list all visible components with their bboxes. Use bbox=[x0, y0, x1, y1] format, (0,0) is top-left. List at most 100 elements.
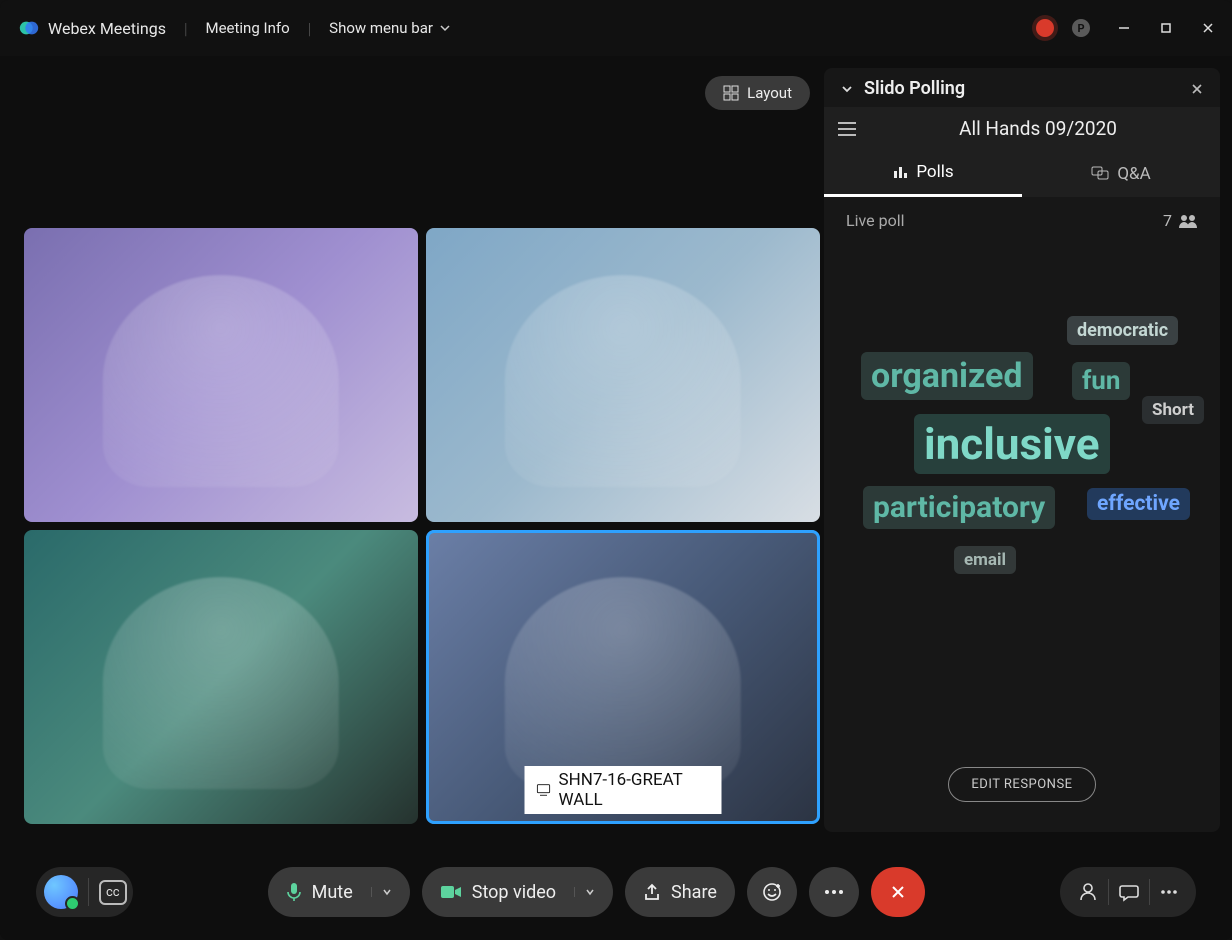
closed-captions-button[interactable]: cc bbox=[99, 880, 127, 905]
mute-button[interactable]: Mute bbox=[268, 867, 410, 917]
poll-header: Live poll 7 bbox=[824, 197, 1220, 244]
close-icon bbox=[890, 884, 906, 900]
panel-close-button[interactable] bbox=[1190, 82, 1204, 96]
panel-controls bbox=[1060, 867, 1196, 917]
word-cloud-word[interactable]: democratic bbox=[1067, 316, 1178, 345]
session-name: All Hands 09/2020 bbox=[870, 117, 1206, 140]
polls-icon bbox=[892, 164, 908, 180]
window-controls bbox=[1118, 22, 1214, 34]
word-cloud-word[interactable]: effective bbox=[1087, 488, 1190, 520]
layout-grid-icon bbox=[723, 85, 739, 101]
microphone-icon bbox=[286, 882, 302, 902]
qa-icon bbox=[1091, 166, 1109, 182]
word-cloud-word[interactable]: fun bbox=[1072, 362, 1130, 400]
control-bar-left: cc bbox=[36, 867, 133, 917]
video-options-button[interactable] bbox=[574, 887, 595, 897]
mute-label: Mute bbox=[312, 882, 353, 903]
more-icon bbox=[1160, 889, 1178, 895]
assistant-pill[interactable]: cc bbox=[36, 867, 133, 917]
participant-video bbox=[103, 275, 339, 487]
video-tile-active[interactable]: SHN7-16-GREAT WALL bbox=[426, 530, 820, 824]
menu-button[interactable] bbox=[838, 122, 856, 136]
titlebar-left: Webex Meetings | Meeting Info | Show men… bbox=[18, 17, 451, 39]
end-call-button[interactable] bbox=[871, 867, 925, 917]
meeting-info-link[interactable]: Meeting Info bbox=[206, 19, 290, 37]
emoji-icon bbox=[761, 881, 783, 903]
share-label: Share bbox=[671, 882, 717, 903]
mute-options-button[interactable] bbox=[371, 887, 392, 897]
participant-video bbox=[505, 275, 741, 487]
video-grid: SHN7-16-GREAT WALL bbox=[24, 228, 820, 824]
video-tile[interactable] bbox=[24, 530, 418, 824]
minimize-button[interactable] bbox=[1118, 22, 1130, 34]
divider bbox=[1149, 879, 1150, 905]
people-icon bbox=[1178, 214, 1198, 228]
tab-qa[interactable]: Q&A bbox=[1022, 150, 1220, 197]
chevron-down-icon bbox=[585, 887, 595, 897]
separator: | bbox=[184, 19, 188, 38]
video-tile[interactable] bbox=[426, 228, 820, 522]
word-cloud-word[interactable]: organized bbox=[861, 352, 1033, 400]
word-cloud-word[interactable]: inclusive bbox=[914, 414, 1110, 474]
show-menu-bar-toggle[interactable]: Show menu bar bbox=[329, 19, 451, 37]
share-button[interactable]: Share bbox=[625, 867, 735, 917]
panel-tabs: Polls Q&A bbox=[824, 150, 1220, 197]
main-row: Layout SHN7-16-GREAT WALL bbox=[0, 56, 1232, 844]
edit-response-label: EDIT RESPONSE bbox=[971, 777, 1072, 792]
menu-icon bbox=[838, 122, 856, 124]
maximize-icon bbox=[1160, 22, 1172, 34]
brand: Webex Meetings bbox=[18, 17, 166, 39]
brand-text: Webex Meetings bbox=[48, 19, 166, 38]
participant-name: SHN7-16-GREAT WALL bbox=[559, 770, 710, 810]
app-window: Webex Meetings | Meeting Info | Show men… bbox=[0, 0, 1232, 940]
participant-video bbox=[505, 577, 741, 789]
tab-polls[interactable]: Polls bbox=[824, 150, 1022, 197]
close-icon bbox=[1202, 22, 1214, 34]
chevron-down-icon bbox=[840, 82, 854, 96]
close-icon bbox=[1190, 82, 1204, 96]
participant-name-chip: SHN7-16-GREAT WALL bbox=[525, 766, 722, 814]
tab-polls-label: Polls bbox=[916, 162, 953, 182]
word-cloud-word[interactable]: email bbox=[954, 546, 1016, 574]
reactions-button[interactable] bbox=[747, 867, 797, 917]
participants-button[interactable] bbox=[1078, 882, 1098, 902]
stop-video-label: Stop video bbox=[472, 882, 556, 903]
stop-video-button[interactable]: Stop video bbox=[422, 867, 613, 917]
poll-count: 7 bbox=[1163, 211, 1172, 230]
more-icon bbox=[824, 889, 844, 895]
assistant-avatar-icon bbox=[44, 875, 78, 909]
privacy-indicator-icon[interactable]: P bbox=[1072, 19, 1090, 37]
video-stage: Layout SHN7-16-GREAT WALL bbox=[0, 56, 824, 844]
panel-title: Slido Polling bbox=[864, 78, 965, 99]
show-menu-text: Show menu bar bbox=[329, 19, 433, 37]
word-cloud-word[interactable]: Short bbox=[1142, 396, 1204, 424]
participant-video bbox=[103, 577, 339, 789]
poll-participants: 7 bbox=[1163, 211, 1198, 230]
webex-logo-icon bbox=[18, 17, 40, 39]
chat-icon bbox=[1119, 882, 1139, 902]
layout-button[interactable]: Layout bbox=[705, 76, 810, 110]
panel-header: Slido Polling bbox=[824, 68, 1220, 107]
word-cloud-word[interactable]: participatory bbox=[863, 486, 1055, 529]
panel-session-row: All Hands 09/2020 bbox=[824, 107, 1220, 150]
chat-button[interactable] bbox=[1119, 882, 1139, 902]
control-bar: cc Mute Stop video bbox=[0, 844, 1232, 940]
more-options-button[interactable] bbox=[809, 867, 859, 917]
slido-panel: Slido Polling All Hands 09/2020 Polls bbox=[824, 68, 1220, 832]
recording-indicator-icon[interactable] bbox=[1036, 19, 1054, 37]
share-icon bbox=[643, 883, 661, 901]
room-device-icon bbox=[537, 783, 551, 797]
video-tile[interactable] bbox=[24, 228, 418, 522]
tab-qa-label: Q&A bbox=[1117, 164, 1150, 184]
close-button[interactable] bbox=[1202, 22, 1214, 34]
control-bar-center: Mute Stop video Share bbox=[268, 867, 925, 917]
edit-response-button[interactable]: EDIT RESPONSE bbox=[948, 767, 1095, 802]
separator: | bbox=[308, 19, 312, 38]
maximize-button[interactable] bbox=[1160, 22, 1172, 34]
person-icon bbox=[1078, 882, 1098, 902]
control-bar-right bbox=[1060, 867, 1196, 917]
camera-icon bbox=[440, 884, 462, 900]
panel-more-button[interactable] bbox=[1160, 889, 1178, 895]
panel-title-row[interactable]: Slido Polling bbox=[840, 78, 965, 99]
minimize-icon bbox=[1118, 22, 1130, 34]
